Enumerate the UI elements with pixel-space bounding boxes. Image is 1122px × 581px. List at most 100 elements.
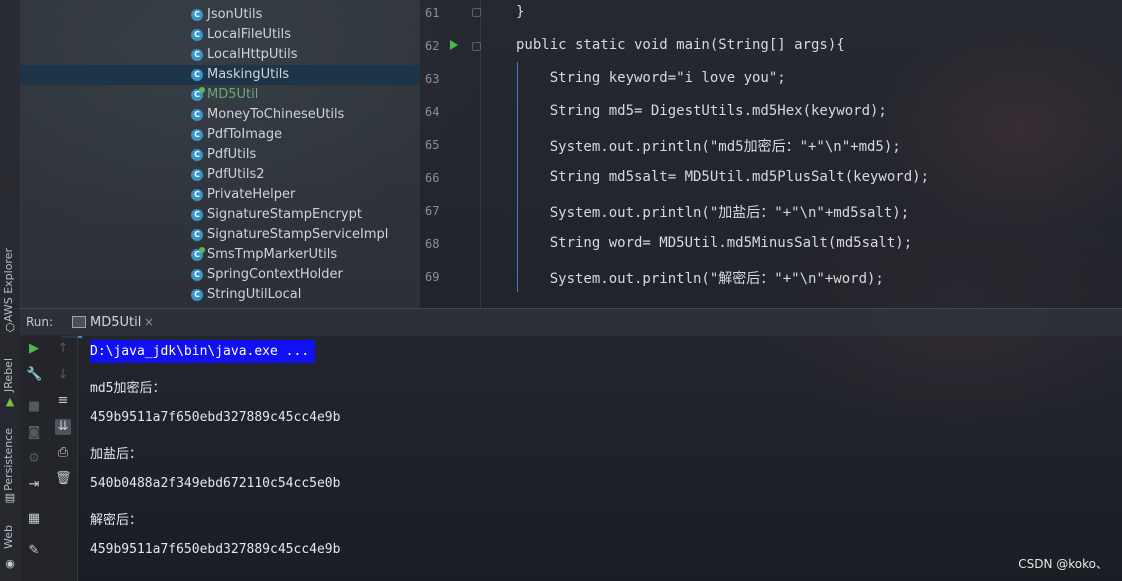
tree-item-label: LocalFileUtils: [207, 27, 292, 42]
console-output[interactable]: D:\java_jdk\bin\java.exe ... md5加密后： 459…: [78, 335, 1122, 581]
code-line: System.out.println("md5加密后："+"\n"+md5);: [516, 139, 901, 155]
wrench-icon[interactable]: 🔧: [26, 367, 42, 383]
scroll-to-end-icon[interactable]: ⇊: [55, 419, 71, 435]
rerun-icon[interactable]: ▶: [26, 341, 42, 357]
tree-item[interactable]: C MD5Util: [20, 85, 420, 105]
class-icon: C: [191, 129, 203, 141]
tree-item-selected[interactable]: C MaskingUtils: [20, 65, 420, 85]
line-number: 65: [425, 138, 440, 152]
tree-item-label: JsonUtils: [207, 7, 263, 22]
pin-icon[interactable]: ✎: [26, 543, 42, 559]
console-icon: [72, 316, 86, 328]
editor-gutter: 61 62 63 64 65 66 67 68 69: [420, 0, 481, 308]
web-tab[interactable]: Web: [2, 525, 15, 549]
console-line: 459b9511a7f650ebd327889c45cc4e9b: [90, 542, 341, 557]
tree-item[interactable]: C StringUtilLocal: [20, 285, 420, 305]
layout-icon[interactable]: ▦: [26, 511, 42, 527]
tree-item[interactable]: C MoneyToChineseUtils: [20, 105, 420, 125]
class-icon: C: [191, 269, 203, 281]
down-arrow-icon[interactable]: ↓: [55, 367, 71, 383]
class-icon: C: [191, 229, 203, 241]
line-number: 62: [425, 39, 440, 53]
tree-item[interactable]: C JsonUtils: [20, 5, 420, 25]
tree-item[interactable]: C PrivateHelper: [20, 185, 420, 205]
run-actions-primary: ▶ 🔧 ■ ◙ ⚙ ⇥ ▦ ✎: [20, 335, 50, 581]
code-line: String md5= DigestUtils.md5Hex(keyword);: [516, 103, 887, 119]
tree-item[interactable]: C PdfToImage: [20, 125, 420, 145]
class-icon: C: [191, 69, 203, 81]
run-tool-window-header: Run: MD5Util ×: [20, 308, 1122, 338]
exit-icon[interactable]: ⇥: [26, 477, 42, 493]
watermark: CSDN @koko、: [1018, 557, 1108, 571]
jrebel-tab[interactable]: JRebel: [2, 358, 15, 392]
code-line: public static void main(String[] args){: [516, 37, 845, 53]
tree-item[interactable]: C SignatureStampEncrypt: [20, 205, 420, 225]
aws-explorer-tab[interactable]: AWS Explorer: [2, 248, 15, 322]
tree-item[interactable]: C PdfUtils: [20, 145, 420, 165]
code-line: }: [516, 4, 525, 20]
fold-icon[interactable]: [472, 42, 481, 51]
code-line: String word= MD5Util.md5MinusSalt(md5sal…: [516, 235, 913, 251]
class-icon: C: [191, 209, 203, 221]
tree-item-label: MD5Util: [207, 87, 259, 102]
tree-item[interactable]: C LocalFileUtils: [20, 25, 420, 45]
fold-icon[interactable]: [472, 8, 481, 17]
tree-item-label: StringUtilLocal: [207, 287, 302, 302]
line-number: 61: [425, 6, 440, 20]
line-number: 66: [425, 171, 440, 185]
tree-item[interactable]: C SpringContextHolder: [20, 265, 420, 285]
code-line: String md5salt= MD5Util.md5PlusSalt(keyw…: [516, 169, 930, 185]
tree-item-label: SmsTmpMarkerUtils: [207, 247, 338, 262]
tree-item-label: LocalHttpUtils: [207, 47, 298, 62]
console-command-line[interactable]: D:\java_jdk\bin\java.exe ...: [90, 340, 316, 363]
soft-wrap-icon[interactable]: ≡: [55, 393, 71, 409]
tree-item[interactable]: C SignatureStampServiceImpl: [20, 225, 420, 245]
line-number: 68: [425, 237, 440, 251]
tree-item-label: SignatureStampEncrypt: [207, 207, 362, 222]
tree-item-label: PdfUtils2: [207, 167, 265, 182]
tree-item-label: PdfUtils: [207, 147, 257, 162]
class-icon: C: [191, 149, 203, 161]
persistence-icon: ▤: [4, 491, 16, 504]
stop-icon[interactable]: ■: [26, 399, 42, 415]
trash-icon[interactable]: 🗑: [55, 471, 72, 487]
console-line: 459b9511a7f650ebd327889c45cc4e9b: [90, 410, 341, 425]
class-icon: C: [191, 169, 203, 181]
run-gutter-icon[interactable]: [450, 40, 458, 50]
left-tool-strip: AWS Explorer ⬡ JRebel ▲ Persistence ▤ We…: [0, 0, 21, 581]
tree-item-label: MaskingUtils: [207, 67, 290, 82]
tree-item-label: PdfToImage: [207, 127, 283, 142]
aws-cube-icon: ⬡: [5, 321, 15, 334]
line-number: 67: [425, 204, 440, 218]
print-icon[interactable]: ⎙: [55, 445, 71, 461]
tree-item-label: MoneyToChineseUtils: [207, 107, 345, 122]
run-actions-secondary: ↑ ↓ ≡ ⇊ ⎙ 🗑: [49, 335, 78, 581]
camera-icon[interactable]: ◙: [26, 425, 42, 441]
persistence-tab[interactable]: Persistence: [2, 428, 15, 491]
tree-item-label: SpringContextHolder: [207, 267, 343, 282]
console-line: 加盐后：: [90, 447, 143, 462]
class-icon: C: [191, 9, 203, 21]
project-tree: C JsonUtils C LocalFileUtils C LocalHttp…: [20, 0, 420, 308]
class-icon: C: [191, 49, 203, 61]
run-tab-md5util[interactable]: MD5Util ×: [62, 309, 154, 338]
run-tab-label: MD5Util: [90, 315, 142, 330]
tree-item-label: SignatureStampServiceImpl: [207, 227, 389, 242]
line-number: 63: [425, 72, 440, 86]
class-icon: C: [191, 87, 205, 101]
console-line: md5加密后：: [90, 381, 166, 396]
line-number: 69: [425, 270, 440, 284]
tree-item[interactable]: C SmsTmpMarkerUtils: [20, 245, 420, 265]
console-line: 解密后：: [90, 513, 143, 528]
class-icon: C: [191, 29, 203, 41]
class-icon: C: [191, 109, 203, 121]
tree-item[interactable]: C LocalHttpUtils: [20, 45, 420, 65]
tree-item[interactable]: C PdfUtils2: [20, 165, 420, 185]
code-editor[interactable]: 61 62 63 64 65 66 67 68 69 } public stat…: [420, 0, 1122, 308]
close-icon[interactable]: ×: [144, 315, 154, 329]
console-line: 540b0488a2f349ebd672110c54cc5e0b: [90, 476, 341, 491]
class-icon: C: [191, 289, 203, 301]
code-line: System.out.println("加盐后："+"\n"+md5salt);: [516, 205, 910, 221]
up-arrow-icon[interactable]: ↑: [55, 341, 71, 357]
settings-icon[interactable]: ⚙: [26, 451, 42, 467]
